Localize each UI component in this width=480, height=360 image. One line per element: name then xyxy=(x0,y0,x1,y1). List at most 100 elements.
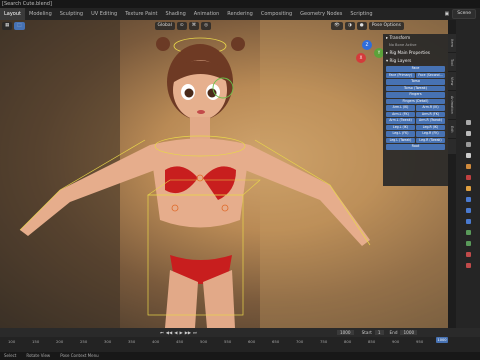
title-bar: [Search Cute.blend] xyxy=(0,0,480,8)
tab-modeling[interactable]: Modeling xyxy=(25,8,56,20)
tab-rendering[interactable]: Rendering xyxy=(223,8,257,20)
transform-section-header[interactable]: ▸ Transform xyxy=(383,34,448,42)
tab-shading[interactable]: Shading xyxy=(161,8,189,20)
tab-item[interactable]: Item xyxy=(448,34,456,53)
scene-properties-icon[interactable] xyxy=(465,164,471,169)
prev-keyframe-icon[interactable]: ◀◀ xyxy=(166,330,172,335)
rig-layer-button[interactable]: Leg.L (IK) xyxy=(386,124,415,130)
rig-layer-button[interactable]: Face (Second... xyxy=(416,72,445,78)
particles-icon[interactable] xyxy=(465,208,471,213)
rig-layer-button[interactable]: Arm.L (FK) xyxy=(386,111,415,117)
ruler-tick-label: 400 xyxy=(152,339,160,344)
tab-uv-editing[interactable]: UV Editing xyxy=(87,8,121,20)
rig-layer-row: Face (Primary) Face (Second... xyxy=(386,72,445,78)
material-properties-icon[interactable] xyxy=(465,252,471,257)
rig-layer-button[interactable]: Leg.L (Tweak) xyxy=(386,137,415,143)
rig-layer-row: Leg.L (Tweak) Leg.R (Tweak) xyxy=(386,137,445,143)
rig-layer-button[interactable]: Torso xyxy=(386,79,445,85)
gizmo-x-axis[interactable]: X xyxy=(356,53,366,63)
rig-layer-button[interactable]: Fingers (Detail) xyxy=(386,98,445,104)
timeline-ruler[interactable]: 100 150 200 250 300 350 400 450 500 550 600 650 700 7… xyxy=(0,337,480,352)
shading-solid-icon[interactable]: ● xyxy=(356,22,367,30)
rig-layer-button[interactable]: Leg.R (IK) xyxy=(416,124,445,130)
overlays-icon[interactable]: ◑ xyxy=(344,22,355,30)
scene-name[interactable]: Scene xyxy=(452,9,476,19)
rig-layer-button[interactable]: Leg.R (Tweak) xyxy=(416,137,445,143)
current-frame-field[interactable]: 1000 xyxy=(336,330,354,335)
constraints-icon[interactable] xyxy=(465,230,471,235)
3d-viewport[interactable]: Z Y X xyxy=(0,20,448,328)
rig-layer-button[interactable]: Leg.R (FK) xyxy=(416,131,445,137)
tab-edit[interactable]: Edit xyxy=(448,120,456,139)
transform-orientation-dropdown[interactable]: Global xyxy=(154,22,175,30)
tab-view[interactable]: View xyxy=(448,72,456,91)
no-bone-active-label: No Bone Active xyxy=(389,43,417,47)
rig-layer-button[interactable]: Arm.R (FK) xyxy=(416,111,445,117)
ruler-tick-label: 650 xyxy=(272,339,280,344)
ruler-tick-label: 900 xyxy=(392,339,400,344)
physics-icon[interactable] xyxy=(465,219,471,224)
rig-layer-button[interactable]: Face xyxy=(386,66,445,72)
status-bar: Select Rotate View Pose Context Menu xyxy=(0,352,480,360)
tab-texture-paint[interactable]: Texture Paint xyxy=(121,8,161,20)
playhead[interactable]: 1000 xyxy=(436,337,448,343)
rig-layer-button[interactable]: Arm.L (IK) xyxy=(386,105,415,111)
ruler-tick-label: 250 xyxy=(80,339,88,344)
rig-layer-button[interactable]: Arm.R (Tweak) xyxy=(416,118,445,124)
ruler-tick-label: 700 xyxy=(296,339,304,344)
scene-selector[interactable]: ▣ Scene xyxy=(445,9,480,19)
snap-icon[interactable]: ⌘ xyxy=(188,22,200,30)
jump-end-icon[interactable]: ⏭ xyxy=(193,330,197,335)
rig-layer-button[interactable]: Fingers xyxy=(386,92,445,98)
rig-layer-button[interactable]: Arm.L (Tweak) xyxy=(386,118,415,124)
tool-properties-icon[interactable] xyxy=(465,120,471,125)
render-properties-icon[interactable] xyxy=(465,131,471,136)
output-properties-icon[interactable] xyxy=(465,142,471,147)
view-layer-icon[interactable] xyxy=(465,153,471,158)
tab-animation[interactable]: Animation xyxy=(190,8,224,20)
end-label: End xyxy=(389,330,398,335)
end-frame-field[interactable]: 1000 xyxy=(400,330,418,335)
tab-animation-side[interactable]: Animation xyxy=(448,91,456,120)
next-keyframe-icon[interactable]: ▶▶ xyxy=(185,330,191,335)
tab-layout[interactable]: Layout xyxy=(0,8,25,20)
rig-layer-button[interactable]: Torso (Tweak) xyxy=(386,85,445,91)
pivot-icon[interactable]: ⊙ xyxy=(176,22,187,30)
rig-layers-header[interactable]: ▾ Rig Layers xyxy=(383,57,448,65)
sidebar-n-panel: ▸ Transform No Bone Active ▸ Rig Main Pr… xyxy=(383,34,448,186)
ruler-tick-label: 200 xyxy=(56,339,64,344)
properties-editor-strip xyxy=(456,20,480,328)
pose-options-dropdown[interactable]: Pose Options xyxy=(368,22,404,30)
object-properties-icon[interactable] xyxy=(465,186,471,191)
rig-layer-button[interactable]: Face (Primary) xyxy=(386,72,415,78)
rig-layer-button[interactable]: Leg.L (FK) xyxy=(386,131,415,137)
rig-layer-button[interactable]: Root xyxy=(386,144,445,150)
rig-main-properties-header[interactable]: ▸ Rig Main Properties xyxy=(383,49,448,57)
tab-geometry-nodes[interactable]: Geometry Nodes xyxy=(296,8,346,20)
gizmo-z-axis[interactable]: Z xyxy=(362,40,372,50)
play-reverse-icon[interactable]: ◀ xyxy=(174,330,177,335)
rig-layer-row: Arm.L (IK) Arm.R (IK) xyxy=(386,105,445,111)
tab-tool[interactable]: Tool xyxy=(448,53,456,72)
texture-properties-icon[interactable] xyxy=(465,263,471,268)
modifier-properties-icon[interactable] xyxy=(465,197,471,202)
data-properties-icon[interactable] xyxy=(465,241,471,246)
status-menu: Pose Context Menu xyxy=(60,353,99,358)
proportional-icon[interactable]: ◎ xyxy=(201,22,212,30)
window-title: [Search Cute.blend] xyxy=(2,1,52,7)
tab-compositing[interactable]: Compositing xyxy=(257,8,296,20)
ruler-tick-label: 300 xyxy=(104,339,112,344)
world-properties-icon[interactable] xyxy=(465,175,471,180)
timeline-controls: ⏮ ◀◀ ◀ ▶ ▶▶ ⏭ 1000 Start 1 End 1000 xyxy=(0,328,480,337)
tab-scripting[interactable]: Scripting xyxy=(346,8,376,20)
play-icon[interactable]: ▶ xyxy=(179,330,182,335)
view-object-types-icon[interactable]: 👁 xyxy=(331,22,343,30)
rig-layer-button[interactable]: Arm.R (IK) xyxy=(416,105,445,111)
status-select: Select xyxy=(4,353,17,358)
editor-type-button[interactable]: ▦ xyxy=(2,22,13,30)
rig-layer-row: Leg.L (IK) Leg.R (IK) xyxy=(386,124,445,130)
start-frame-field[interactable]: 1 xyxy=(374,330,384,335)
tab-sculpting[interactable]: Sculpting xyxy=(56,8,87,20)
jump-start-icon[interactable]: ⏮ xyxy=(160,330,164,335)
select-tool-button[interactable]: ⬚ xyxy=(14,22,25,30)
